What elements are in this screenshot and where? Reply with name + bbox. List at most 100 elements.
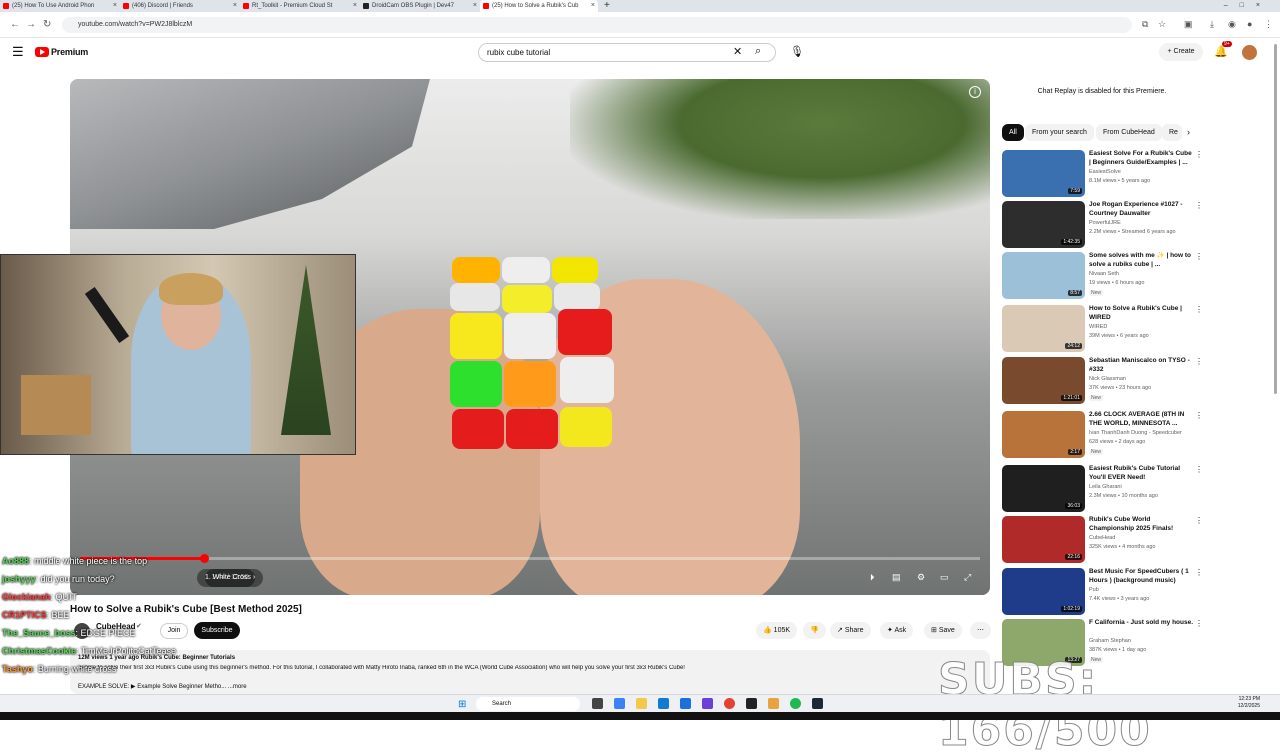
chip-from-your-search[interactable]: From your search: [1025, 124, 1094, 141]
channel-name[interactable]: CubeHead: [1089, 535, 1115, 541]
download-icon[interactable]: ⤓: [1210, 19, 1214, 30]
video-title[interactable]: How to Solve a Rubik's Cube | WIRED: [1089, 305, 1194, 322]
more-options-icon[interactable]: ⋮: [1195, 357, 1203, 366]
join-button[interactable]: Join: [160, 623, 188, 639]
video-thumbnail[interactable]: 1:21:01: [1002, 357, 1085, 404]
chrome-icon[interactable]: [724, 698, 735, 709]
url-field[interactable]: youtube.com/watch?v=PW2J8lblczM: [62, 17, 1132, 33]
description-example[interactable]: EXAMPLE SOLVE: ▶ Example Solve Beginner …: [78, 683, 247, 690]
more-options-icon[interactable]: ⋮: [1195, 252, 1203, 261]
settings-gear-icon[interactable]: ⚙: [917, 572, 925, 583]
channel-name[interactable]: WIRED: [1089, 324, 1107, 330]
channel-name[interactable]: EasiestSolve: [1089, 169, 1121, 175]
kebab-menu-icon[interactable]: ⋮: [1264, 19, 1273, 30]
recommended-video[interactable]: 22:16 Rubik's Cube World Championship 202…: [1002, 516, 1203, 564]
chevron-right-icon[interactable]: ›: [1187, 127, 1190, 137]
more-options-icon[interactable]: ⋮: [1195, 516, 1203, 525]
account-avatar[interactable]: [1242, 45, 1257, 60]
browser-tab[interactable]: DroidCam OBS Plugin | Dev47 ×: [360, 0, 480, 12]
create-button[interactable]: + Create: [1159, 43, 1203, 61]
steam-icon[interactable]: [812, 698, 823, 709]
video-thumbnail[interactable]: 2:17: [1002, 411, 1085, 458]
recommended-video[interactable]: 1:02:19 Best Music For SpeedCubers ( 1 Ho…: [1002, 568, 1203, 616]
extensions-icon[interactable]: ▣: [1184, 19, 1193, 30]
new-tab-button[interactable]: +: [604, 0, 610, 12]
channel-name[interactable]: Pub: [1089, 587, 1099, 593]
mic-icon[interactable]: 🎙: [790, 45, 804, 58]
hamburger-menu-icon[interactable]: ☰: [12, 44, 24, 60]
more-options-icon[interactable]: ⋮: [1195, 465, 1203, 474]
scrollbar-thumb[interactable]: [1274, 44, 1277, 394]
chip-from-cubehead[interactable]: From CubeHead: [1096, 124, 1162, 141]
back-icon[interactable]: ←: [10, 19, 20, 30]
window-controls[interactable]: –□×: [1224, 0, 1272, 12]
more-options-icon[interactable]: ⋮: [1195, 619, 1203, 628]
fullscreen-icon[interactable]: ⤢: [964, 572, 971, 583]
cast-icon[interactable]: ⧉: [1142, 19, 1148, 30]
dislike-button[interactable]: 👎: [803, 622, 826, 639]
mail-icon[interactable]: [680, 698, 691, 709]
video-thumbnail[interactable]: 1:02:19: [1002, 568, 1085, 615]
obs-icon[interactable]: [746, 698, 757, 709]
edge-icon[interactable]: [658, 698, 669, 709]
spotify-icon[interactable]: [790, 698, 801, 709]
forward-icon[interactable]: →: [26, 19, 36, 30]
channel-name[interactable]: PowerfulJRE: [1089, 220, 1121, 226]
channel-name[interactable]: Graham Stephan: [1089, 638, 1131, 644]
more-options-icon[interactable]: ⋮: [1195, 150, 1203, 159]
save-button[interactable]: ⊞ Save: [924, 622, 962, 639]
browser-tab-active[interactable]: (25) How to Solve a Rubik's Cub ×: [480, 0, 598, 12]
windows-start-icon[interactable]: ⊞: [458, 699, 466, 710]
close-icon[interactable]: ×: [353, 0, 357, 12]
app-icon[interactable]: [702, 698, 713, 709]
browser-tab[interactable]: Rt_Toolkit - Premium Cloud St ×: [240, 0, 360, 12]
browser-tab[interactable]: (25) How To Use Android Phon ×: [0, 0, 120, 12]
more-actions-icon[interactable]: ⋯: [970, 622, 991, 639]
bookmark-star-icon[interactable]: ☆: [1158, 19, 1166, 30]
recommended-video[interactable]: 36:03 Easiest Rubik's Cube Tutorial You'l…: [1002, 465, 1203, 513]
chip-related[interactable]: Re: [1162, 124, 1182, 141]
video-thumbnail[interactable]: 7:59: [1002, 150, 1085, 197]
browser-tab[interactable]: (406) Discord | Friends ×: [120, 0, 240, 12]
info-icon[interactable]: i: [969, 86, 981, 98]
video-thumbnail[interactable]: 24:12: [1002, 305, 1085, 352]
channel-name[interactable]: Ivan ThanhDanh Duong - Speedcuber: [1089, 430, 1182, 436]
ask-button[interactable]: ✦ Ask: [880, 622, 914, 639]
like-button[interactable]: 👍 105K: [756, 622, 798, 639]
video-thumbnail[interactable]: 8:57: [1002, 252, 1085, 299]
theater-mode-icon[interactable]: ▭: [940, 572, 949, 583]
file-explorer-icon[interactable]: [636, 698, 647, 709]
recommended-video[interactable]: 24:12 How to Solve a Rubik's Cube | WIRED…: [1002, 305, 1203, 353]
chapter-button[interactable]: 1. White Cross ›: [197, 569, 264, 587]
more-options-icon[interactable]: ⋮: [1195, 305, 1203, 314]
more-options-icon[interactable]: ⋮: [1195, 568, 1203, 577]
search-input[interactable]: rubix cube tutorial: [478, 43, 776, 62]
video-thumbnail[interactable]: 36:03: [1002, 465, 1085, 512]
video-thumbnail[interactable]: 1:42:35: [1002, 201, 1085, 248]
app-icon[interactable]: [768, 698, 779, 709]
close-icon[interactable]: ×: [473, 0, 477, 12]
close-icon[interactable]: ×: [233, 0, 237, 12]
subscribe-button[interactable]: Subscribe: [194, 622, 240, 639]
channel-name[interactable]: Leila Gharani: [1089, 484, 1122, 490]
recommended-video[interactable]: 1:42:35 Joe Rogan Experience #1027 - Cour…: [1002, 201, 1203, 249]
more-options-icon[interactable]: ⋮: [1195, 201, 1203, 210]
video-title[interactable]: Easiest Rubik's Cube Tutorial You'll EVE…: [1089, 465, 1194, 482]
video-title[interactable]: Sebastian Maniscalco on TYSO - #332: [1089, 357, 1194, 374]
youtube-logo-icon[interactable]: [35, 47, 49, 57]
clear-search-icon[interactable]: ✕: [733, 45, 742, 58]
logo-text[interactable]: Premium: [51, 47, 88, 57]
reload-icon[interactable]: ↻: [43, 19, 51, 30]
video-title[interactable]: 2.66 CLOCK AVERAGE (8TH IN THE WORLD, MI…: [1089, 411, 1194, 428]
close-icon[interactable]: ×: [591, 0, 595, 12]
task-view-icon[interactable]: [592, 698, 603, 709]
subtitles-icon[interactable]: ▤: [892, 572, 901, 583]
profile-icon[interactable]: ◉: [1228, 19, 1236, 30]
description-box[interactable]: 12M views 1 year ago Rubik's Cube: Begin…: [70, 650, 990, 694]
video-title[interactable]: F California - Just sold my house.: [1089, 619, 1194, 628]
channel-name[interactable]: Nick Glassman: [1089, 376, 1126, 382]
video-title[interactable]: Best Music For SpeedCubers ( 1 Hours ) (…: [1089, 568, 1194, 585]
channel-name[interactable]: Nivaan Seth: [1089, 271, 1119, 277]
video-title[interactable]: Some solves with me ✨ | how to solve a r…: [1089, 252, 1194, 269]
chip-all[interactable]: All: [1002, 124, 1024, 141]
